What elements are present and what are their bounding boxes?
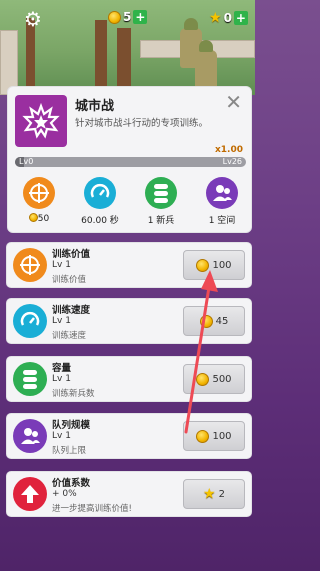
stat-time: 60.00 秒	[70, 177, 130, 226]
stat-time-text: 60.00 秒	[81, 216, 119, 226]
timer-icon	[84, 177, 116, 209]
star-count: 0	[223, 11, 232, 25]
upgrade-cost: 45	[215, 315, 229, 327]
upgrade-value-coefficient-button[interactable]: ★ 2	[183, 479, 245, 509]
upgrade-name: 训练价值	[52, 249, 91, 260]
stat-space-text: 1 空间	[208, 216, 236, 226]
upgrade-row-capacity: 容量 Lv 1 训练新兵数 500	[6, 356, 252, 402]
upgrade-level: Lv 1	[52, 316, 71, 326]
upgrade-training-speed-button[interactable]: 45	[183, 306, 245, 336]
stat-recruits-text: 1 新兵	[147, 216, 175, 226]
urban-warfare-emblem	[15, 95, 67, 147]
coin-counter: 5 +	[108, 10, 148, 24]
coin-icon	[28, 213, 38, 222]
stack-icon	[145, 177, 177, 209]
upgrade-desc: 进一步提高训练价值!	[52, 504, 132, 514]
add-stars-button[interactable]: +	[233, 11, 248, 25]
upgrade-row-value-coefficient: 价值系数 + 0% 进一步提高训练价值! ★ 2	[6, 471, 252, 517]
settings-gear-icon[interactable]: ⚙	[22, 8, 44, 30]
upgrade-desc: 训练速度	[52, 331, 87, 341]
users-icon	[13, 419, 47, 453]
stat-recruits: 1 新兵	[131, 177, 191, 226]
upgrade-desc: 训练新兵数	[52, 389, 95, 399]
up-arrow-icon	[13, 477, 47, 511]
star-icon: ★	[209, 10, 222, 26]
coin-icon	[196, 429, 210, 443]
upgrade-name: 容量	[52, 363, 72, 374]
star-icon: ★	[203, 486, 216, 502]
training-stats: 50 60.00 秒 1 新兵 1 空间	[8, 177, 253, 229]
upgrade-row-queue-size: 队列规模 Lv 1 队列上限 100	[6, 413, 252, 459]
upgrade-cost: 100	[212, 259, 232, 271]
target-icon	[23, 177, 55, 209]
coin-icon	[196, 372, 210, 386]
upgrade-cost: 500	[212, 373, 232, 385]
stack-icon	[13, 362, 47, 396]
upgrade-row-training-speed: 训练速度 Lv 1 训练速度 45	[6, 298, 252, 344]
star-counter: ★ 0 +	[209, 10, 248, 26]
stat-space: 1 空间	[192, 177, 252, 226]
training-title: 城市战	[75, 99, 115, 114]
coin-count: 5	[123, 10, 132, 24]
upgrade-desc: 队列上限	[52, 446, 87, 456]
upgrade-queue-size-button[interactable]: 100	[183, 421, 245, 451]
upgrade-capacity-button[interactable]: 500	[183, 364, 245, 394]
upgrade-name: 价值系数	[52, 478, 91, 489]
upgrade-name: 队列规模	[52, 420, 91, 431]
upgrade-cost: 100	[212, 430, 232, 442]
upgrade-name: 训练速度	[52, 305, 91, 316]
stat-value-text: 50	[37, 214, 50, 224]
upgrade-level: Lv 1	[52, 260, 71, 270]
upgrade-training-value-button[interactable]: 100	[183, 250, 245, 280]
stat-value: 50	[9, 177, 69, 224]
add-coins-button[interactable]: +	[133, 10, 148, 24]
upgrade-desc: 训练价值	[52, 275, 87, 285]
level-min-label: Lv0	[19, 157, 34, 166]
upgrade-cost: 2	[218, 488, 225, 500]
close-icon[interactable]: ✕	[225, 92, 242, 112]
coin-icon	[196, 258, 210, 272]
upgrade-row-training-value: 训练价值 Lv 1 训练价值 100	[6, 242, 252, 288]
explosion-icon	[22, 102, 60, 139]
timer-icon	[13, 304, 47, 338]
upgrade-level: Lv 1	[52, 374, 71, 384]
users-icon	[206, 177, 238, 209]
training-subtitle: 针对城市战斗行动的专项训练。	[75, 118, 209, 129]
value-multiplier: x1.00	[214, 145, 243, 155]
level-progress-bar: Lv0 Lv26	[15, 157, 246, 167]
upgrade-level: Lv 1	[52, 431, 71, 441]
coin-icon	[108, 10, 121, 24]
upgrade-level: + 0%	[52, 489, 77, 499]
training-info-card: 城市战 针对城市战斗行动的专项训练。 ✕ x1.00 Lv0 Lv26 50 6…	[7, 86, 252, 233]
coin-icon	[199, 314, 213, 328]
target-icon	[13, 248, 47, 282]
level-max-label: Lv26	[222, 157, 242, 166]
